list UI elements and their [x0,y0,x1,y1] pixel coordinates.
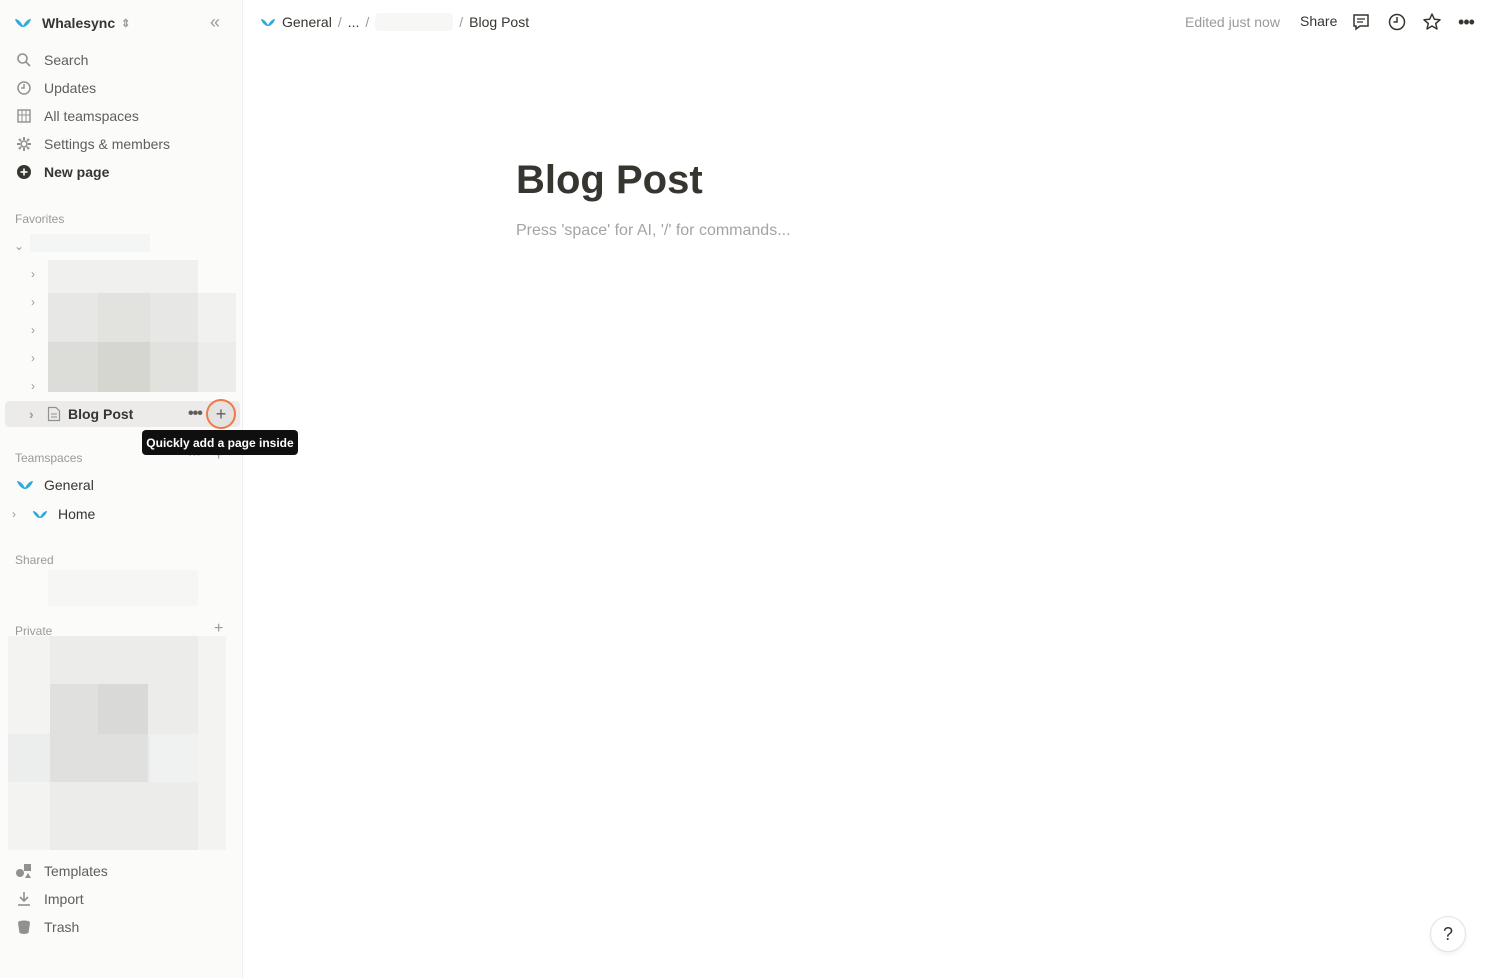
sidebar: Whalesync ⇕ « Search Updates All teamspa… [0,0,298,978]
chevron-right-icon[interactable]: › [26,376,40,396]
more-options-icon[interactable]: ••• [1455,11,1477,33]
import-icon [14,891,34,907]
breadcrumb-general[interactable]: General [282,14,332,30]
comments-icon[interactable] [1350,11,1372,33]
sidebar-settings[interactable]: Settings & members [14,131,170,157]
chevron-right-icon[interactable]: › [26,292,40,312]
sidebar-updates-label: Updates [44,80,97,96]
chevron-right-icon[interactable]: › [12,507,22,521]
blurred-content [150,734,198,782]
page-icon [47,406,61,425]
chevron-right-icon[interactable]: › [26,320,40,340]
trash-icon [14,919,34,935]
sidebar-item-home[interactable]: › Home [12,501,95,527]
history-icon[interactable] [1386,11,1408,33]
sidebar-new-page-label: New page [44,164,110,180]
blurred-content [198,293,236,343]
sidebar-templates-label: Templates [44,863,108,879]
blurred-content [48,260,198,294]
whalesync-logo-icon [15,19,31,27]
sidebar-templates[interactable]: Templates [14,858,108,884]
sidebar-item-blog-post[interactable]: › Blog Post ••• [5,401,240,427]
help-button[interactable]: ? [1430,916,1466,952]
chevron-down-icon[interactable]: ⌄ [12,236,26,256]
blurred-content [98,293,150,343]
sidebar-search-label: Search [44,52,89,68]
share-button[interactable]: Share [1300,13,1337,29]
sidebar-item-label: Blog Post [68,406,134,422]
teamspaces-label: Teamspaces [15,451,83,465]
sidebar-item-label: Home [58,506,96,522]
chevron-updown-icon: ⇕ [121,17,131,30]
sidebar-import[interactable]: Import [14,886,84,912]
building-icon [14,108,34,124]
sidebar-updates[interactable]: Updates [14,75,96,101]
plus-icon: + [215,403,227,424]
whalesync-logo-icon [32,510,48,518]
whalesync-logo-icon [260,18,276,26]
more-options-icon[interactable]: ••• [188,405,203,423]
sidebar-settings-label: Settings & members [44,136,171,152]
edited-status: Edited just now [1185,14,1280,30]
blurred-content [98,684,148,734]
chevron-right-icon[interactable]: › [26,264,40,284]
sidebar-all-teamspaces-label: All teamspaces [44,108,139,124]
breadcrumb-blurred[interactable] [375,13,454,31]
add-page-inside-button[interactable]: + [206,399,236,429]
breadcrumb-ellipsis[interactable]: ... [348,14,360,30]
search-icon [14,52,34,68]
star-icon[interactable] [1421,11,1443,33]
sidebar-search[interactable]: Search [14,47,88,73]
tooltip: Quickly add a page inside [142,430,298,455]
chevron-right-icon[interactable]: › [29,406,34,422]
chevron-right-icon[interactable]: › [26,348,40,368]
breadcrumb-current[interactable]: Blog Post [469,14,529,30]
topbar: General / ... / / Blog Post Edited just … [244,0,1492,44]
workspace-switcher[interactable]: Whalesync ⇕ [14,10,130,36]
clock-icon [14,80,34,96]
workspace-name: Whalesync [42,15,116,31]
breadcrumb: General / ... / / Blog Post [260,13,529,31]
blurred-content [150,342,198,392]
editor-placeholder[interactable]: Press 'space' for AI, '/' for commands..… [516,222,791,240]
blurred-content [98,342,150,392]
shared-label: Shared [15,553,54,567]
sidebar-new-page[interactable]: New page [14,159,109,185]
templates-icon [14,863,34,879]
sidebar-trash[interactable]: Trash [14,914,79,940]
sidebar-item-label: General [44,477,94,493]
blurred-content [198,342,236,392]
blurred-content [8,734,50,782]
sidebar-import-label: Import [44,891,84,907]
sidebar-item-general[interactable]: General [16,472,94,498]
collapse-sidebar-icon[interactable]: « [210,13,220,31]
plus-circle-icon [14,164,34,180]
gear-icon [14,136,34,152]
breadcrumb-separator: / [337,14,342,30]
breadcrumb-separator: / [459,14,464,30]
breadcrumb-separator: / [365,14,370,30]
sidebar-trash-label: Trash [44,919,80,935]
favorites-label: Favorites [15,212,65,226]
blurred-content [48,570,198,606]
blurred-content [30,234,150,252]
sidebar-all-teamspaces[interactable]: All teamspaces [14,103,139,129]
whalesync-logo-icon [17,481,33,489]
page-title[interactable]: Blog Post [516,158,703,203]
